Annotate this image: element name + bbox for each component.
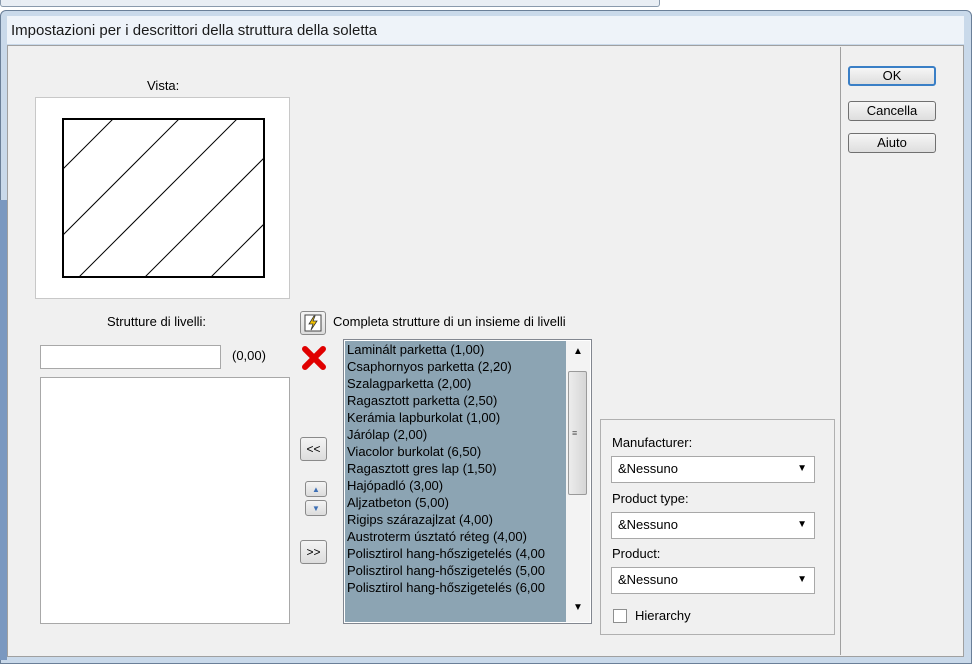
chevron-down-icon: ▼: [797, 574, 807, 585]
chevron-down-icon: ▼: [797, 463, 807, 474]
complete-structures-button[interactable]: [300, 311, 326, 335]
button-column-separator: [840, 47, 841, 655]
list-item[interactable]: Hajópadló (3,00): [345, 477, 566, 494]
list-item[interactable]: Ragasztott parketta (2,50): [345, 392, 566, 409]
complete-structures-label: Completa strutture di un insieme di live…: [333, 314, 566, 329]
layers-list-items[interactable]: Laminált parketta (1,00) Csaphornyos park…: [345, 341, 566, 622]
ok-button[interactable]: OK: [848, 66, 936, 86]
preview-box: [35, 97, 290, 299]
hierarchy-checkbox[interactable]: [613, 609, 627, 623]
background-window-edge: [0, 0, 660, 7]
scroll-down-arrow-icon[interactable]: ▼: [573, 602, 583, 613]
red-x-delete-icon: [302, 346, 326, 370]
structure-thickness: (0,00): [232, 348, 266, 363]
manufacturer-select[interactable]: &Nessuno ▼: [611, 456, 815, 483]
product-label: Product:: [612, 546, 661, 561]
list-item[interactable]: Polisztirol hang-hőszigetelés (5,00: [345, 562, 566, 579]
list-item[interactable]: Aljzatbeton (5,00): [345, 494, 566, 511]
window-left-accent: [0, 200, 7, 660]
list-item[interactable]: Kerámia lapburkolat (1,00): [345, 409, 566, 426]
structures-list[interactable]: [40, 377, 290, 624]
product-select[interactable]: &Nessuno ▼: [611, 567, 815, 594]
hatch-pattern-preview: [62, 118, 265, 278]
structure-name-input[interactable]: [40, 345, 221, 369]
list-item[interactable]: Polisztirol hang-hőszigetelés (6,00: [345, 579, 566, 596]
list-item[interactable]: Csaphornyos parketta (2,20): [345, 358, 566, 375]
list-item[interactable]: Járólap (2,00): [345, 426, 566, 443]
product-type-select[interactable]: &Nessuno ▼: [611, 512, 815, 539]
move-up-button[interactable]: ▲: [305, 481, 327, 497]
scrollbar-thumb[interactable]: [568, 371, 587, 495]
structures-label: Strutture di livelli:: [107, 314, 206, 329]
scroll-grip-icon: ≡: [572, 428, 578, 438]
product-type-value: &Nessuno: [618, 517, 678, 532]
list-item[interactable]: Ragasztott gres lap (1,50): [345, 460, 566, 477]
list-item[interactable]: Polisztirol hang-hőszigetelés (4,00: [345, 545, 566, 562]
hierarchy-label: Hierarchy: [635, 608, 691, 623]
preview-label: Vista:: [147, 78, 180, 93]
scroll-up-arrow-icon[interactable]: ▲: [573, 346, 583, 357]
product-value: &Nessuno: [618, 572, 678, 587]
move-down-button[interactable]: ▼: [305, 500, 327, 516]
help-button[interactable]: Aiuto: [848, 133, 936, 153]
list-item[interactable]: Laminált parketta (1,00): [345, 341, 566, 358]
list-item[interactable]: Austroterm úsztató réteg (4,00): [345, 528, 566, 545]
list-item[interactable]: Szalagparketta (2,00): [345, 375, 566, 392]
dialog-title: Impostazioni per i descrittori della str…: [11, 22, 378, 39]
move-left-button[interactable]: <<: [300, 437, 327, 461]
delete-button[interactable]: [300, 344, 328, 372]
list-item[interactable]: Rigips szárazajlzat (4,00): [345, 511, 566, 528]
manufacturer-label: Manufacturer:: [612, 435, 693, 450]
lightning-icon: [304, 314, 322, 332]
product-type-label: Product type:: [612, 491, 689, 506]
manufacturer-value: &Nessuno: [618, 461, 678, 476]
move-right-button[interactable]: >>: [300, 540, 327, 564]
chevron-down-icon: ▼: [797, 519, 807, 530]
list-item[interactable]: Viacolor burkolat (6,50): [345, 443, 566, 460]
cancel-button[interactable]: Cancella: [848, 101, 936, 121]
